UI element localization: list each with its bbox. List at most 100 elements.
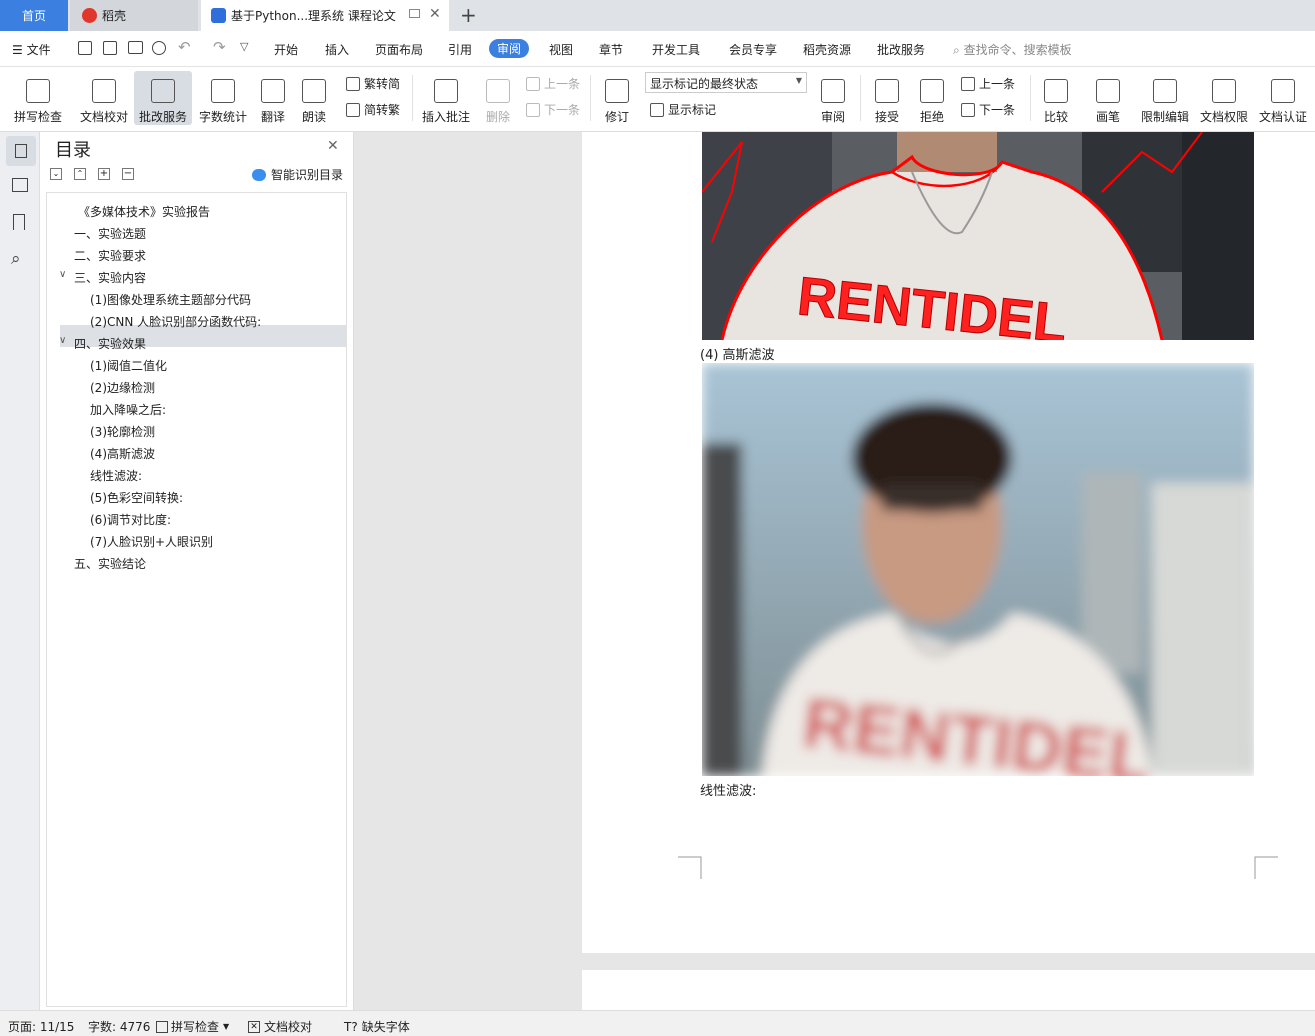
restrict-editing-button[interactable]: 限制编辑 xyxy=(1138,71,1192,125)
translate-label: 翻译 xyxy=(260,110,285,124)
menu-chapter[interactable]: 章节 xyxy=(599,41,623,58)
word-count-icon xyxy=(211,79,235,103)
chevron-down-icon[interactable]: ∨ xyxy=(59,269,66,280)
search-icon[interactable]: ⌕ xyxy=(11,249,21,269)
toc-item[interactable]: (4)高斯滤波 xyxy=(90,445,155,462)
menu-review[interactable]: 审阅 xyxy=(489,39,530,58)
command-search[interactable]: ⌕ 查找命令、搜索模板 xyxy=(953,41,1072,58)
smart-toc-button[interactable]: 智能识别目录 xyxy=(252,166,343,183)
save-icon[interactable] xyxy=(78,41,92,55)
menu-file[interactable]: ☰ 文件 xyxy=(12,41,51,58)
menu-page-layout[interactable]: 页面布局 xyxy=(375,41,423,58)
document-permission-button[interactable]: 文档权限 xyxy=(1197,71,1251,125)
toc-item-selected[interactable]: 三、实验内容 xyxy=(74,269,146,286)
toc-item[interactable]: (1)阈值二值化 xyxy=(90,357,167,374)
toc-item[interactable]: (2)CNN 人脸识别部分函数代码: xyxy=(90,313,261,330)
print-icon[interactable] xyxy=(128,41,143,54)
menu-grading-service[interactable]: 批改服务 xyxy=(877,41,925,58)
compare-button[interactable]: 比较 xyxy=(1037,71,1075,125)
document-page-next[interactable] xyxy=(582,970,1315,1010)
toc-item[interactable]: 加入降噪之后: xyxy=(90,401,166,418)
gaussian-blur-image: RENTIDEL xyxy=(702,363,1254,776)
show-markup-button[interactable]: 显示标记 xyxy=(650,101,716,118)
status-spell-check[interactable]: 拼写检查 ▼ xyxy=(156,1018,229,1035)
ribbon-separator xyxy=(590,75,591,121)
close-tab-icon[interactable]: ✕ xyxy=(429,6,441,22)
insert-comment-button[interactable]: 插入批注 xyxy=(419,71,473,125)
remove-heading-icon[interactable]: − xyxy=(122,168,134,180)
spell-check-button[interactable]: 拼写检查 xyxy=(6,71,70,125)
document-area[interactable]: RENTIDEL (4) 高斯滤波 RENTIDEL 线性滤波: xyxy=(355,132,1315,1010)
spell-check-icon xyxy=(26,79,50,103)
delete-comment-button[interactable]: 删除 xyxy=(478,71,518,125)
tab-document-label: 基于Python...理系统 课程论文 xyxy=(231,9,396,23)
revise-button[interactable]: 修订 xyxy=(598,71,636,125)
toc-item[interactable]: (3)轮廓检测 xyxy=(90,423,155,440)
reject-button[interactable]: 拒绝 xyxy=(913,71,951,125)
review-pane-button[interactable]: 审阅 xyxy=(814,71,852,125)
word-count-button[interactable]: 字数统计 xyxy=(196,71,250,125)
next-comment-icon xyxy=(526,102,540,117)
next-change-button[interactable]: 下一条 xyxy=(961,101,1015,118)
prev-change-button[interactable]: 上一条 xyxy=(961,75,1015,92)
document-page[interactable]: RENTIDEL (4) 高斯滤波 RENTIDEL 线性滤波: xyxy=(582,132,1315,953)
toc-item[interactable]: 四、实验效果 xyxy=(74,335,146,352)
page-indicator[interactable]: 页面: 11/15 xyxy=(8,1018,74,1035)
prev-comment-button[interactable]: 上一条 xyxy=(526,75,580,92)
expand-up-icon[interactable]: ⌃ xyxy=(74,168,86,180)
tab-home[interactable]: 首页 xyxy=(0,0,68,31)
toc-item[interactable]: (7)人脸识别+人眼识别 xyxy=(90,533,213,550)
trad-to-simp-button[interactable]: 繁转简 xyxy=(346,75,400,92)
menu-member[interactable]: 会员专享 xyxy=(729,41,777,58)
export-pdf-icon[interactable] xyxy=(103,41,117,55)
menu-reference[interactable]: 引用 xyxy=(448,41,472,58)
accept-button[interactable]: 接受 xyxy=(868,71,906,125)
chevron-down-icon[interactable]: ∨ xyxy=(59,335,66,346)
add-heading-icon[interactable]: + xyxy=(98,168,110,180)
toc-panel-toggle[interactable] xyxy=(6,136,36,166)
markup-state-select[interactable]: 显示标记的最终状态 ▼ xyxy=(645,72,807,93)
menu-insert[interactable]: 插入 xyxy=(325,41,349,58)
document-certify-button[interactable]: 文档认证 xyxy=(1256,71,1310,125)
toc-item[interactable]: (6)调节对比度: xyxy=(90,511,171,528)
pen-button[interactable]: 画笔 xyxy=(1090,71,1126,125)
next-comment-button[interactable]: 下一条 xyxy=(526,101,580,118)
float-window-icon[interactable] xyxy=(409,9,420,18)
read-aloud-button[interactable]: 朗读 xyxy=(297,71,331,125)
undo-icon[interactable]: ↶ xyxy=(178,38,191,56)
quick-access-dropdown-icon[interactable]: ▽ xyxy=(240,40,248,53)
toc-item[interactable]: 五、实验结论 xyxy=(74,555,146,572)
menu-start[interactable]: 开始 xyxy=(274,41,298,58)
toc-item[interactable]: 《多媒体技术》实验报告 xyxy=(78,203,210,220)
grading-service-button[interactable]: 批改服务 xyxy=(134,71,192,125)
status-missing-font[interactable]: T? 缺失字体 xyxy=(344,1018,410,1035)
proofread-button[interactable]: 文档校对 xyxy=(76,71,132,125)
menu-dev-tools[interactable]: 开发工具 xyxy=(652,41,700,58)
close-icon[interactable]: ✕ xyxy=(327,138,339,154)
simp-to-trad-button[interactable]: 简转繁 xyxy=(346,101,400,118)
print-preview-icon[interactable] xyxy=(152,41,166,55)
tab-daoke[interactable]: 稻壳 xyxy=(70,0,198,31)
pen-icon xyxy=(1096,79,1120,103)
status-proofread[interactable]: ✕ 文档校对 xyxy=(248,1018,312,1035)
translate-button[interactable]: 翻译 xyxy=(254,71,292,125)
menu-view[interactable]: 视图 xyxy=(549,41,573,58)
toc-item[interactable]: 一、实验选题 xyxy=(74,225,146,242)
toc-item[interactable]: 线性滤波: xyxy=(90,467,142,484)
pen-label: 画笔 xyxy=(1095,110,1120,124)
menu-daoke-resources[interactable]: 稻壳资源 xyxy=(803,41,851,58)
bookmark-icon[interactable] xyxy=(13,214,25,230)
tab-document[interactable]: 基于Python...理系统 课程论文 ✕ xyxy=(201,0,449,31)
new-tab-icon[interactable]: + xyxy=(460,3,477,27)
toc-item[interactable]: 二、实验要求 xyxy=(74,247,146,264)
prev-comment-label: 上一条 xyxy=(544,77,581,91)
toc-item[interactable]: (2)边缘检测 xyxy=(90,379,155,396)
redo-icon[interactable]: ↷ xyxy=(213,38,226,56)
accept-icon xyxy=(875,79,899,103)
word-count-indicator[interactable]: 字数: 4776 xyxy=(88,1018,150,1035)
collapse-all-icon[interactable]: ⌄ xyxy=(50,168,62,180)
toc-item[interactable]: (1)图像处理系统主题部分代码 xyxy=(90,291,251,308)
chevron-down-icon: ▼ xyxy=(795,76,802,85)
navigation-icon[interactable] xyxy=(12,178,28,192)
toc-item[interactable]: (5)色彩空间转换: xyxy=(90,489,183,506)
